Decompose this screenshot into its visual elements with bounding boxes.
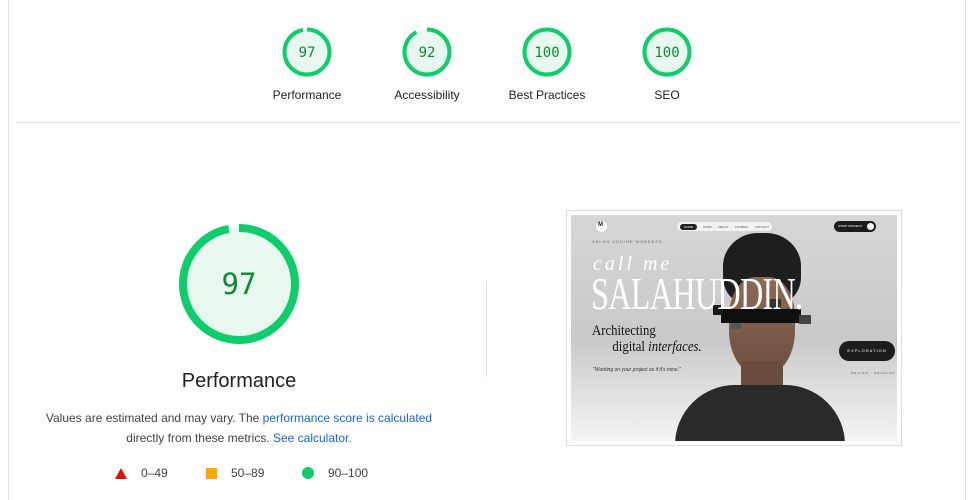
site-start-project-button: START PROJECT	[834, 221, 876, 232]
vertical-separator	[486, 281, 487, 377]
site-subheading-line2: digital	[612, 339, 649, 355]
pass-circle-icon	[302, 467, 314, 479]
site-exploration-button: EXPLORATION	[839, 341, 895, 361]
site-name-heading: SALAHUDDIN.	[591, 268, 803, 319]
site-nav-item: CONTACT	[754, 224, 769, 229]
description-text-1: Values are estimated and may vary. The	[45, 411, 263, 425]
best-practices-score: 100	[534, 45, 559, 61]
gauge-label-best-practices: Best Practices	[508, 88, 586, 102]
gauge-label-accessibility: Accessibility	[394, 88, 460, 102]
site-subheading: Architecting digital interfaces.	[592, 323, 702, 355]
section-divider	[16, 122, 959, 123]
accessibility-score-ring: 92	[402, 27, 452, 77]
legend-fail: 0–49	[115, 466, 168, 480]
gauge-label-seo: SEO	[654, 88, 680, 102]
site-nav-item: ABOUT	[718, 224, 729, 229]
site-subheading-italic: interfaces.	[648, 339, 702, 355]
accessibility-score: 92	[419, 45, 436, 61]
screenshot-image: HOME WORK ABOUT JOURNAL CONTACT START PR…	[571, 215, 897, 441]
legend-pass-range: 90–100	[328, 466, 369, 480]
legend-fail-range: 0–49	[141, 466, 168, 480]
site-nav: HOME WORK ABOUT JOURNAL CONTACT	[677, 222, 772, 231]
performance-big-gauge: 97	[179, 224, 299, 344]
gauge-label-performance: Performance	[272, 88, 342, 102]
portrait-shirt	[675, 385, 845, 441]
gauge-performance[interactable]: 97 Performance	[252, 27, 362, 102]
site-subheading-line1: Architecting	[592, 323, 656, 339]
site-logo-icon	[596, 221, 607, 232]
average-square-icon	[206, 467, 217, 479]
description-text-2: directly from these metrics.	[126, 431, 273, 445]
gauge-best-practices[interactable]: 100 Best Practices	[492, 27, 602, 102]
site-quote: "Working on your project as if it's mine…	[593, 367, 681, 373]
fail-triangle-icon	[115, 467, 127, 479]
legend-pass: 90–100	[302, 466, 368, 480]
performance-big-score: 97	[222, 267, 257, 301]
see-calculator-link[interactable]: See calculator.	[273, 431, 352, 445]
performance-score: 97	[299, 45, 316, 61]
score-calculated-link[interactable]: performance score is calculated	[263, 411, 432, 425]
gauge-accessibility[interactable]: 92 Accessibility	[372, 27, 482, 102]
performance-score-ring: 97	[282, 27, 332, 77]
site-small-caption: DESIGN · DEVELOP	[851, 371, 896, 375]
seo-score-ring: 100	[642, 27, 692, 77]
final-screenshot[interactable]: HOME WORK ABOUT JOURNAL CONTACT START PR…	[566, 210, 902, 446]
seo-score: 100	[654, 45, 679, 61]
pixel-block	[731, 323, 741, 329]
site-tagline: SALAH UDDINE WEBDESS	[592, 239, 663, 244]
performance-description: Values are estimated and may vary. The p…	[20, 408, 458, 448]
site-nav-item: HOME	[680, 223, 697, 230]
legend-average: 50–89	[206, 466, 264, 480]
best-practices-score-ring: 100	[522, 27, 572, 77]
legend-average-range: 50–89	[231, 466, 265, 480]
site-nav-item: JOURNAL	[734, 224, 749, 229]
performance-title: Performance	[181, 370, 297, 392]
category-gauges: 97 Performance 92 Accessibility 100 Best…	[0, 27, 975, 107]
gauge-seo[interactable]: 100 SEO	[612, 27, 722, 102]
site-nav-item: WORK	[703, 224, 713, 229]
